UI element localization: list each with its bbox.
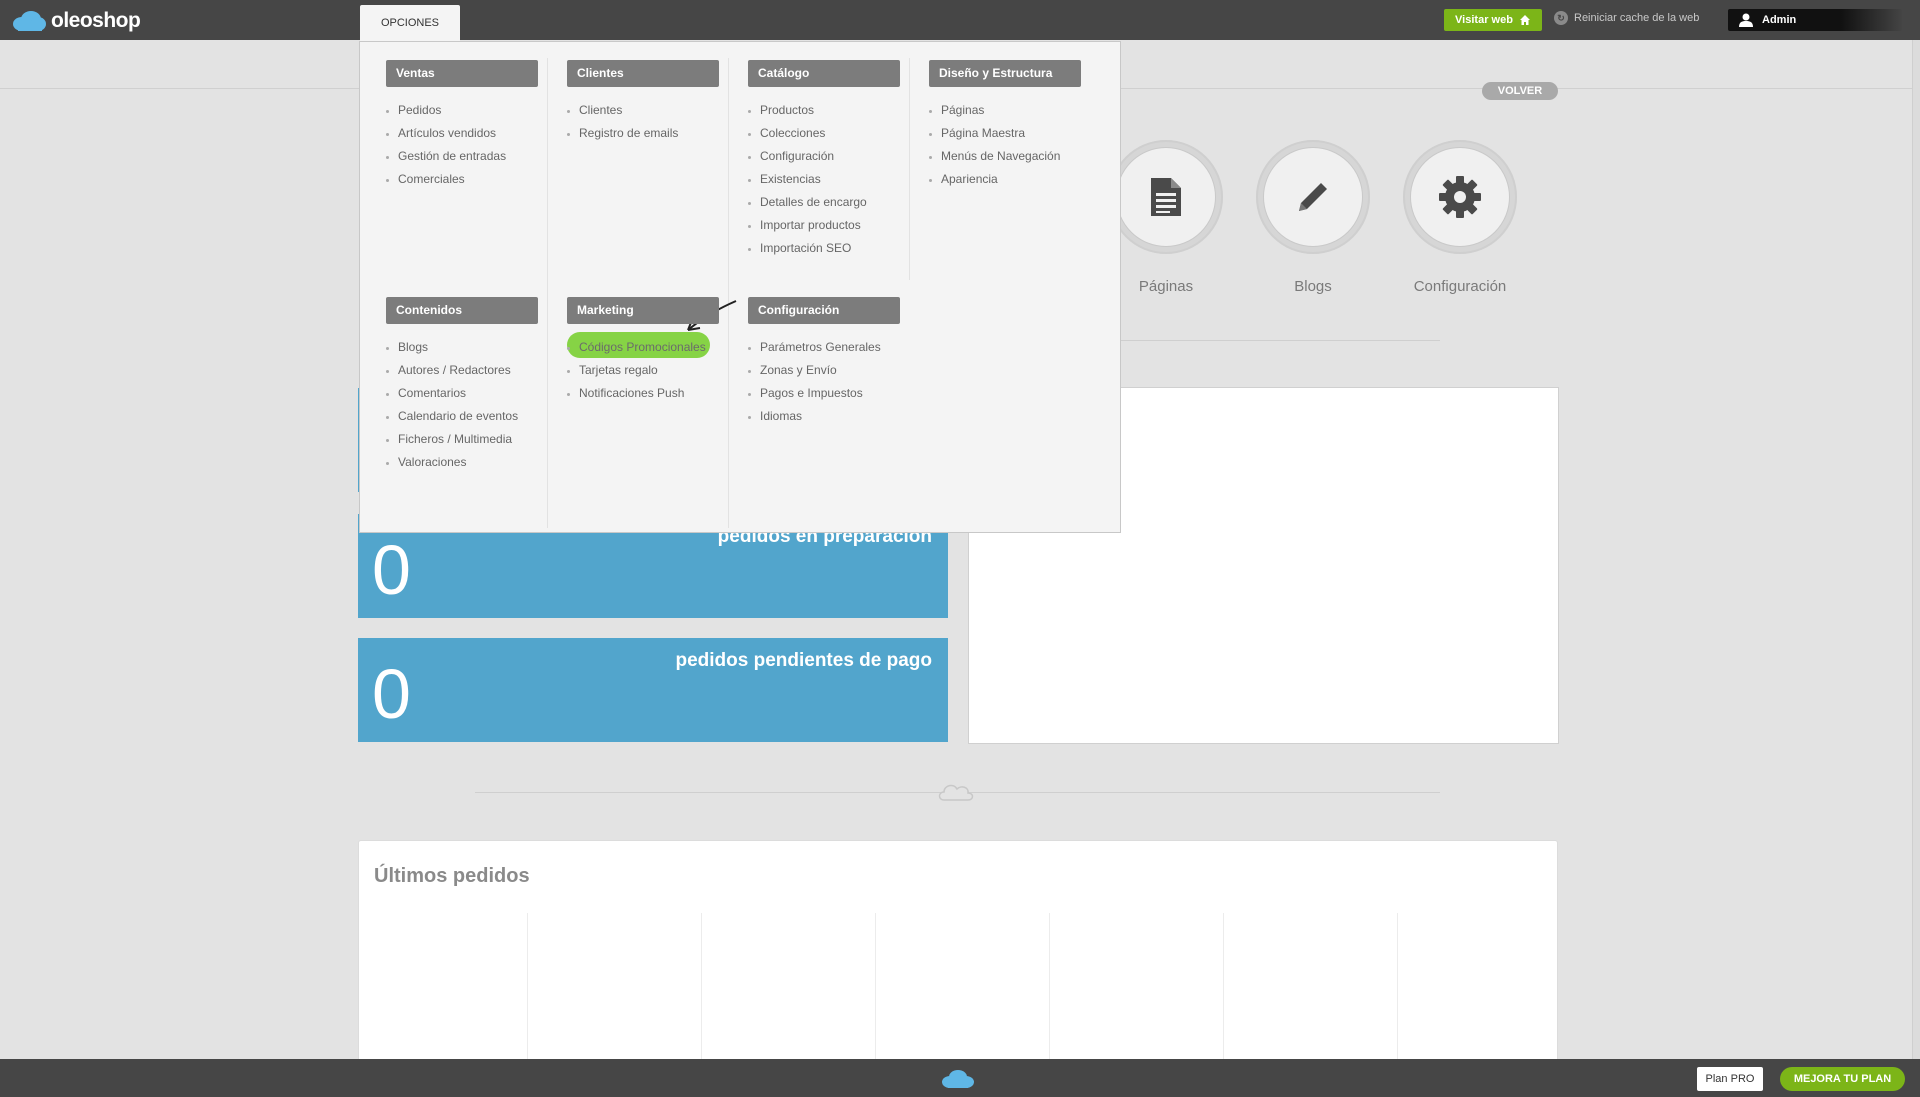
column-divider xyxy=(909,58,910,280)
table-column-divider xyxy=(875,913,876,1073)
menu-item-zonas-envio[interactable]: Zonas y Envío xyxy=(748,359,900,382)
menu-group-title: Contenidos xyxy=(386,297,538,324)
user-icon xyxy=(1739,13,1753,27)
shortcut-pages[interactable]: Páginas xyxy=(1106,140,1226,295)
menu-item-pagos-impuestos[interactable]: Pagos e Impuestos xyxy=(748,382,900,405)
refresh-icon: ↻ xyxy=(1554,11,1568,25)
menu-item-apariencia[interactable]: Apariencia xyxy=(929,168,1081,191)
menu-item-codigos-promocionales[interactable]: Códigos Promocionales xyxy=(567,336,719,359)
menu-item-autores[interactable]: Autores / Redactores xyxy=(386,359,538,382)
menu-item-pagina-maestra[interactable]: Página Maestra xyxy=(929,122,1081,145)
menu-group-ventas: Ventas Pedidos Artículos vendidos Gestió… xyxy=(386,60,538,191)
menu-item-clientes[interactable]: Clientes xyxy=(567,99,719,122)
visit-web-button[interactable]: Visitar web xyxy=(1444,9,1542,31)
menu-group-catalogo: Catálogo Productos Colecciones Configura… xyxy=(748,60,900,260)
recent-orders-title: Últimos pedidos xyxy=(374,865,530,887)
menu-group-clientes: Clientes Clientes Registro de emails xyxy=(567,60,719,145)
stat-value: 0 xyxy=(372,655,411,733)
cloud-icon xyxy=(942,1070,974,1088)
menu-item-pedidos[interactable]: Pedidos xyxy=(386,99,538,122)
menu-item-gestion-entradas[interactable]: Gestión de entradas xyxy=(386,145,538,168)
menu-group-marketing: Marketing Códigos Promocionales Tarjetas… xyxy=(567,297,719,405)
admin-name: Admin xyxy=(1762,14,1797,26)
menu-item-importacion-seo[interactable]: Importación SEO xyxy=(748,237,900,260)
gear-icon xyxy=(1439,176,1481,218)
shortcut-label: Páginas xyxy=(1138,278,1194,295)
menu-item-ficheros[interactable]: Ficheros / Multimedia xyxy=(386,428,538,451)
scrollbar[interactable] xyxy=(1912,40,1920,1059)
upgrade-plan-button[interactable]: MEJORA TU PLAN xyxy=(1780,1067,1905,1091)
tab-opciones[interactable]: OPCIONES xyxy=(360,5,460,41)
menu-item-idiomas[interactable]: Idiomas xyxy=(748,405,900,428)
section-divider xyxy=(1110,340,1440,341)
menu-item-existencias[interactable]: Existencias xyxy=(748,168,900,191)
menu-item-detalles-encargo[interactable]: Detalles de encargo xyxy=(748,191,900,214)
menu-item-tarjetas-regalo[interactable]: Tarjetas regalo xyxy=(567,359,719,382)
menu-item-valoraciones[interactable]: Valoraciones xyxy=(386,451,538,474)
cloud-logo-icon xyxy=(13,11,46,31)
menu-group-title: Diseño y Estructura xyxy=(929,60,1081,87)
pencil-icon xyxy=(1299,183,1327,211)
column-divider xyxy=(547,58,548,528)
menu-item-registro-emails[interactable]: Registro de emails xyxy=(567,122,719,145)
table-column-divider xyxy=(1223,913,1224,1073)
shortcut-configuration[interactable]: Configuración xyxy=(1400,140,1520,295)
menu-group-title: Clientes xyxy=(567,60,719,87)
stat-orders-pending-payment[interactable]: 0 pedidos pendientes de pago xyxy=(358,638,948,742)
menu-item-calendario-eventos[interactable]: Calendario de eventos xyxy=(386,405,538,428)
plan-badge[interactable]: Plan PRO xyxy=(1697,1067,1763,1091)
menu-group-title: Configuración xyxy=(748,297,900,324)
menu-group-title: Catálogo xyxy=(748,60,900,87)
menu-group-contenidos: Contenidos Blogs Autores / Redactores Co… xyxy=(386,297,538,474)
menu-group-diseno: Diseño y Estructura Páginas Página Maest… xyxy=(929,60,1081,191)
menu-item-configuracion-catalogo[interactable]: Configuración xyxy=(748,145,900,168)
shortcut-blogs[interactable]: Blogs xyxy=(1253,140,1373,295)
menu-item-notificaciones-push[interactable]: Notificaciones Push xyxy=(567,382,719,405)
menu-item-productos[interactable]: Productos xyxy=(748,99,900,122)
logo-text: oleoshop xyxy=(51,9,141,32)
menu-group-title: Marketing xyxy=(567,297,719,324)
menu-group-title: Ventas xyxy=(386,60,538,87)
menu-item-menus-navegacion[interactable]: Menús de Navegación xyxy=(929,145,1081,168)
table-column-divider xyxy=(1397,913,1398,1073)
user-menu[interactable]: Admin xyxy=(1728,9,1902,31)
table-column-divider xyxy=(527,913,528,1073)
menu-group-configuracion: Configuración Parámetros Generales Zonas… xyxy=(748,297,900,428)
menu-item-comerciales[interactable]: Comerciales xyxy=(386,168,538,191)
shortcut-label: Configuración xyxy=(1413,278,1507,295)
menu-item-colecciones[interactable]: Colecciones xyxy=(748,122,900,145)
reset-cache-link[interactable]: ↻ Reiniciar cache de la web xyxy=(1554,11,1699,25)
menu-item-paginas[interactable]: Páginas xyxy=(929,99,1081,122)
visit-web-label: Visitar web xyxy=(1455,14,1513,26)
menu-item-importar-productos[interactable]: Importar productos xyxy=(748,214,900,237)
shortcut-label: Blogs xyxy=(1294,278,1332,295)
document-icon xyxy=(1151,178,1181,216)
menu-item-blogs[interactable]: Blogs xyxy=(386,336,538,359)
menu-item-articulos-vendidos[interactable]: Artículos vendidos xyxy=(386,122,538,145)
stat-value: 0 xyxy=(372,531,411,609)
back-button[interactable]: VOLVER xyxy=(1482,82,1558,100)
cloud-divider-icon xyxy=(938,784,974,801)
recent-orders-panel: Últimos pedidos xyxy=(358,840,1558,1073)
menu-item-comentarios[interactable]: Comentarios xyxy=(386,382,538,405)
stat-label: pedidos pendientes de pago xyxy=(675,650,932,671)
home-icon xyxy=(1519,15,1530,25)
table-column-divider xyxy=(1049,913,1050,1073)
column-divider xyxy=(728,58,729,528)
menu-item-parametros-generales[interactable]: Parámetros Generales xyxy=(748,336,900,359)
table-column-divider xyxy=(701,913,702,1073)
logo[interactable]: oleoshop xyxy=(12,9,141,33)
reset-cache-label: Reiniciar cache de la web xyxy=(1574,12,1700,24)
